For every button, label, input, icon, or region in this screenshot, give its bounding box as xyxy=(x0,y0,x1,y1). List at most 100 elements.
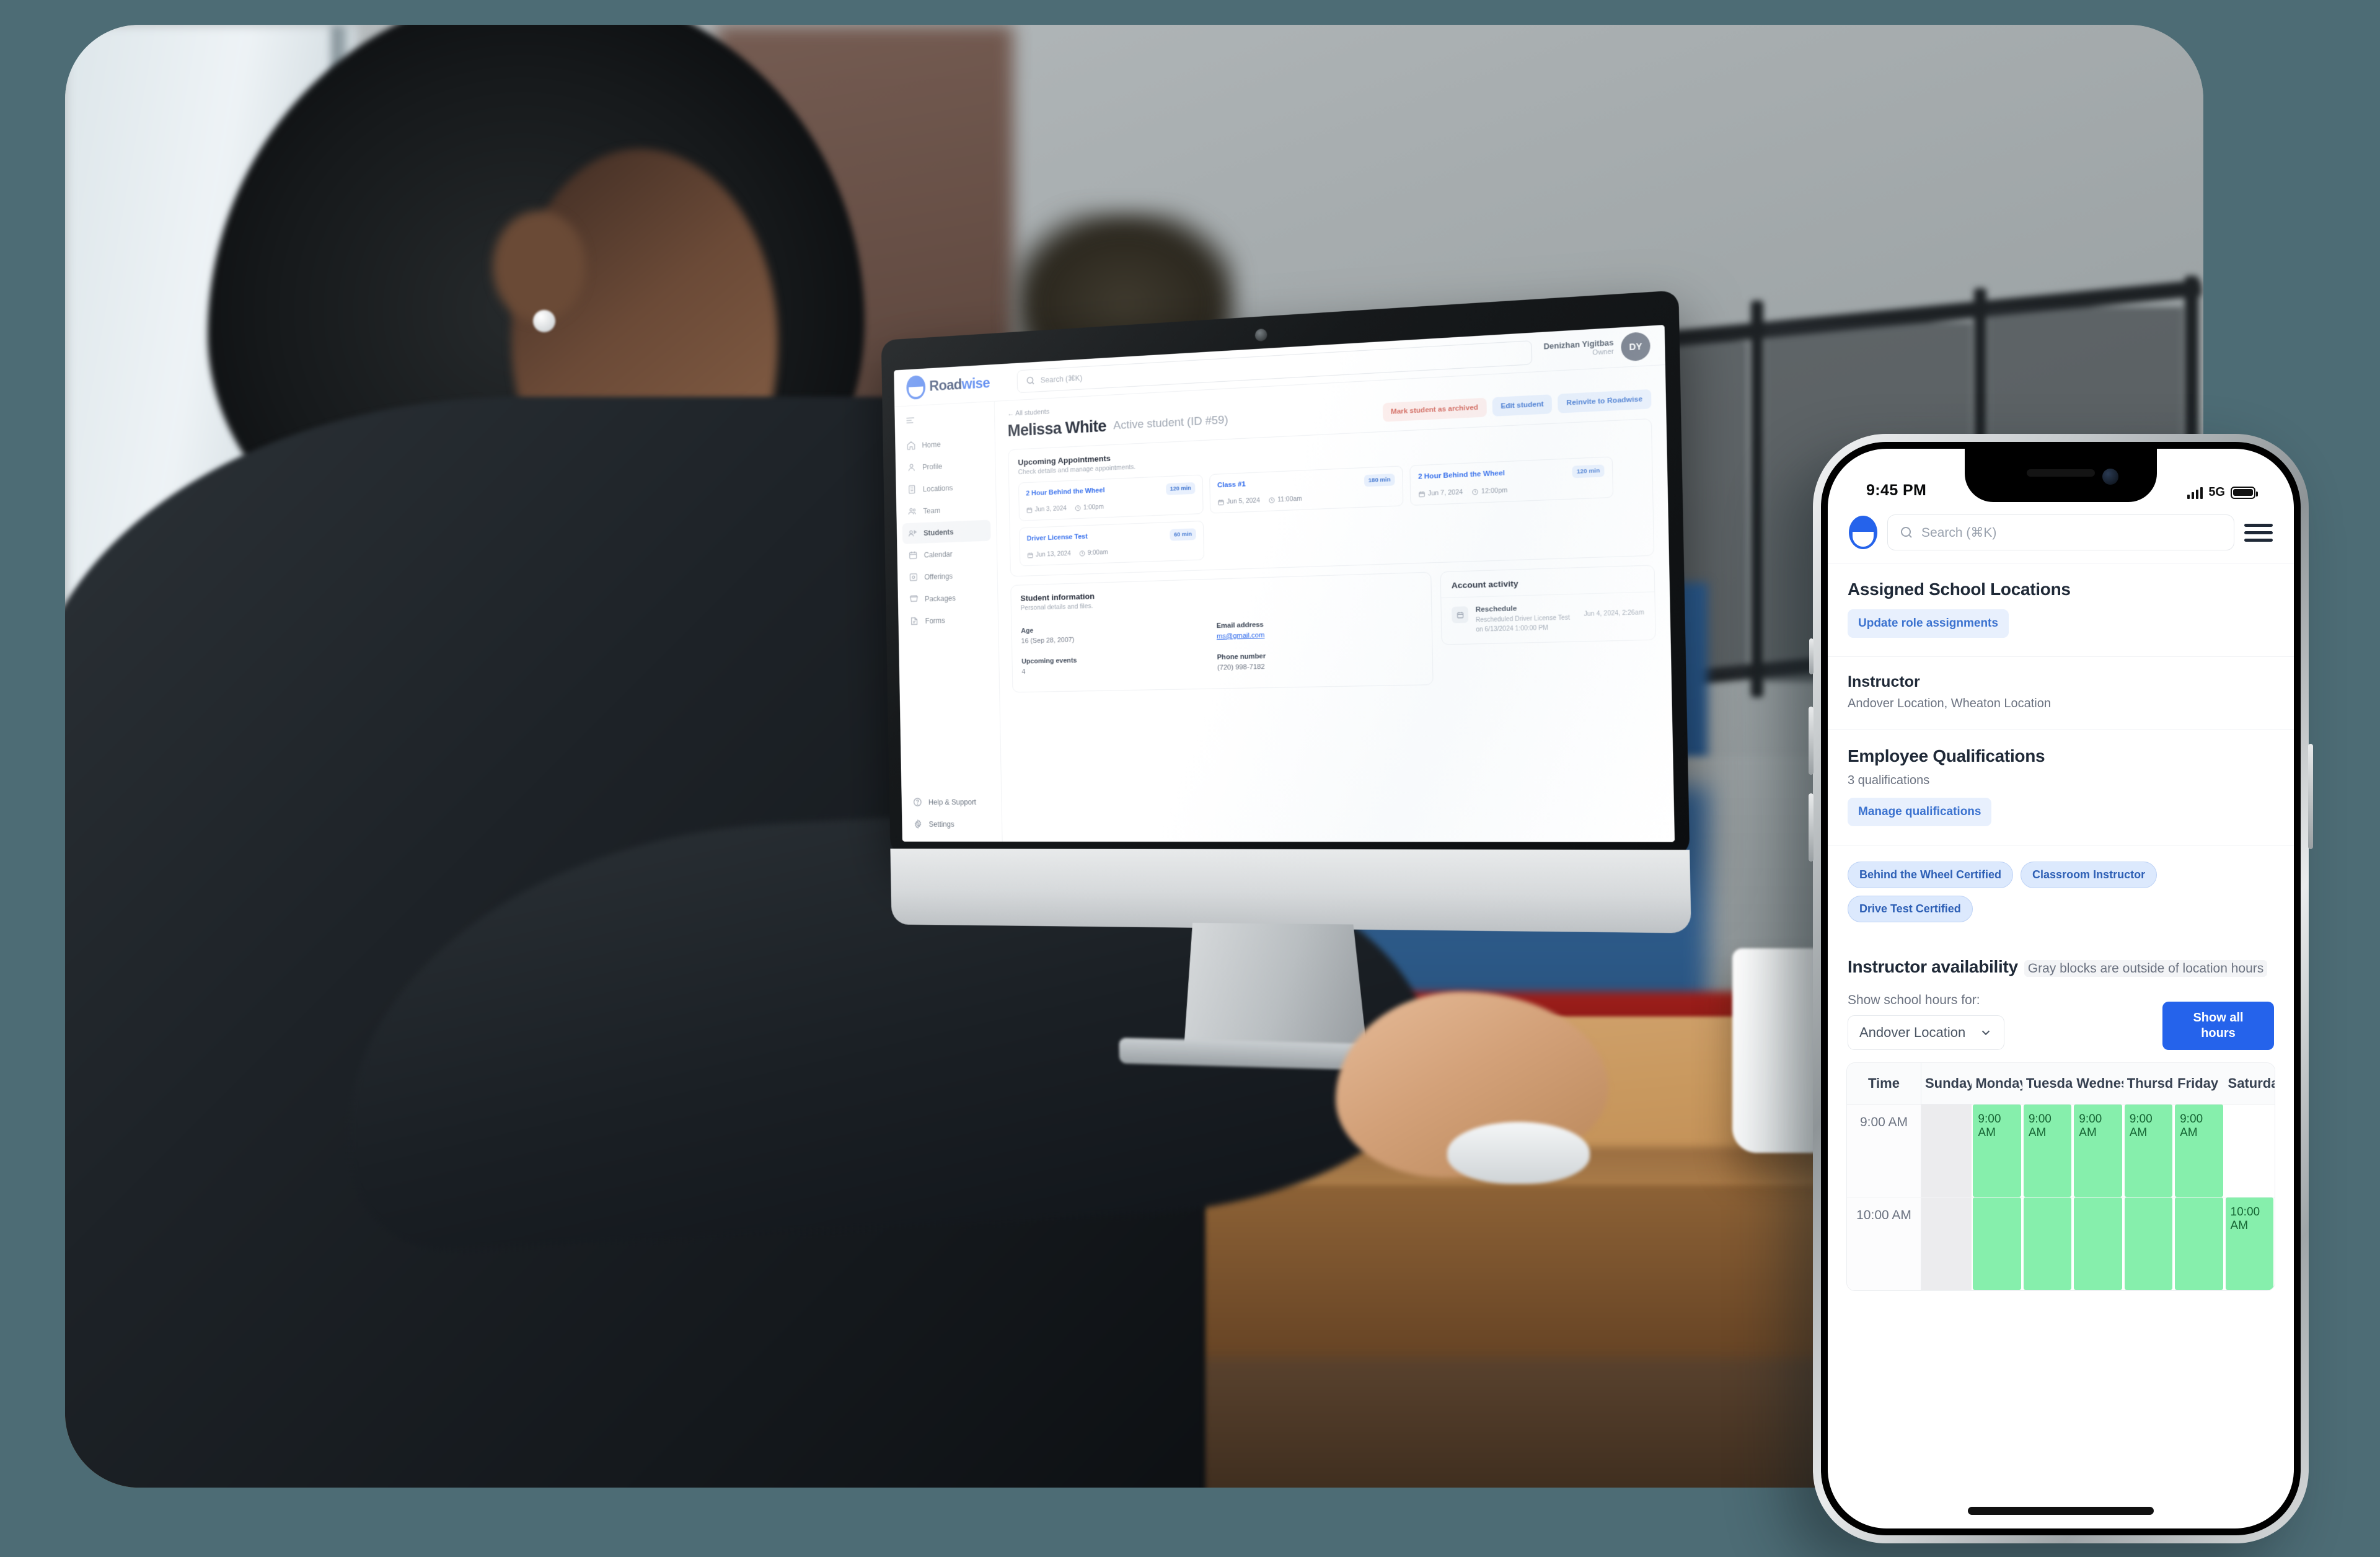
availability-cell-thursday[interactable] xyxy=(2123,1197,2174,1290)
availability-cell-thursday[interactable]: 9:00 AM xyxy=(2123,1104,2174,1197)
availability-cell-monday[interactable]: 9:00 AM xyxy=(1972,1104,2022,1197)
column-header-time: Time xyxy=(1847,1062,1921,1104)
appointment-date-wrap: Jun 7, 2024 xyxy=(1419,488,1463,498)
phone-volume-down-button[interactable] xyxy=(1809,793,1814,862)
appointment-name[interactable]: 2 Hour Behind the Wheel xyxy=(1026,486,1104,498)
sidebar-label-calendar: Calendar xyxy=(923,549,953,559)
sidebar-item-forms[interactable]: Forms xyxy=(904,609,992,632)
calendar-icon xyxy=(1218,498,1225,505)
student-information-card: Student information Personal details and… xyxy=(1010,571,1434,693)
phone-content-scroll[interactable]: Assigned School Locations Update role as… xyxy=(1828,563,2294,1528)
edit-student-button[interactable]: Edit student xyxy=(1492,394,1553,417)
reinvite-button[interactable]: Reinvite to Roadwise xyxy=(1558,389,1652,413)
roadwise-desktop-app: Roadwise Search (⌘K) Denizhan Yigitbas O… xyxy=(894,325,1675,842)
info-key: Age xyxy=(1021,627,1034,635)
status-indicators: 5G xyxy=(2187,485,2258,500)
table-row: 10:00 AM 10:00 AM xyxy=(1847,1197,2275,1290)
team-icon xyxy=(907,506,917,517)
availability-block[interactable] xyxy=(2124,1197,2173,1290)
info-value-email[interactable]: ms@gmail.com xyxy=(1217,628,1422,640)
location-select[interactable]: Andover Location xyxy=(1848,1015,2005,1050)
availability-block[interactable] xyxy=(2023,1197,2072,1290)
user-text: Denizhan Yigitbas Owner xyxy=(1543,338,1614,361)
home-indicator[interactable] xyxy=(1968,1507,2154,1515)
activity-item-time: Jun 4, 2024, 2:26am xyxy=(1584,609,1644,618)
roadwise-logo-icon[interactable] xyxy=(1849,516,1877,549)
info-field: Phone number (720) 998-7182 xyxy=(1217,642,1422,678)
sidebar-item-profile[interactable]: Profile xyxy=(901,453,990,478)
info-value: 16 (Sep 28, 2007) xyxy=(1021,636,1075,645)
availability-block[interactable] xyxy=(1973,1197,2021,1290)
sidebar-item-packages[interactable]: Packages xyxy=(904,586,992,610)
user-icon xyxy=(907,462,917,473)
qualification-tag[interactable]: Drive Test Certified xyxy=(1848,896,1973,922)
availability-cell-wednesday[interactable]: 9:00 AM xyxy=(2073,1104,2123,1197)
sidebar-label-locations: Locations xyxy=(922,483,953,493)
availability-cell-tuesday[interactable]: 9:00 AM xyxy=(2022,1104,2073,1197)
monitor-stand xyxy=(1182,923,1367,1051)
sidebar-item-calendar[interactable]: Calendar xyxy=(902,542,991,566)
availability-cell-friday[interactable] xyxy=(2174,1197,2224,1290)
phone-volume-up-button[interactable] xyxy=(1809,707,1814,775)
sidebar-item-settings[interactable]: Settings xyxy=(907,813,996,834)
user-menu[interactable]: Denizhan Yigitbas Owner DY xyxy=(1543,331,1651,365)
sidebar-item-students[interactable]: Students xyxy=(902,519,991,544)
availability-block[interactable]: 9:00 AM xyxy=(2175,1104,2223,1197)
show-all-hours-button[interactable]: Show all hours xyxy=(2162,1001,2274,1050)
hamburger-menu-button[interactable] xyxy=(2244,523,2273,542)
role-locations: Andover Location, Wheaton Location xyxy=(1848,697,2051,710)
sidebar-item-offerings[interactable]: Offerings xyxy=(903,564,992,588)
phone-mute-switch[interactable] xyxy=(1809,638,1814,674)
availability-block[interactable]: 9:00 AM xyxy=(2074,1104,2122,1197)
appointment-name[interactable]: Driver License Test xyxy=(1027,532,1088,544)
packages-icon xyxy=(909,594,919,604)
qualification-tag[interactable]: Classroom Instructor xyxy=(2021,862,2157,888)
phone-screen: 9:45 PM 5G Search (⌘K) Assigned School L… xyxy=(1828,449,2294,1528)
availability-cell-friday[interactable]: 9:00 AM xyxy=(2174,1104,2224,1197)
availability-block[interactable]: 9:00 AM xyxy=(1973,1104,2021,1197)
avatar[interactable]: DY xyxy=(1620,331,1651,361)
appointment-card[interactable]: Class #1 180 min Jun 5, 2024 11:00am xyxy=(1209,465,1404,514)
calendar-icon xyxy=(1026,506,1033,513)
sidebar-label-packages: Packages xyxy=(924,593,956,603)
availability-cell-monday[interactable] xyxy=(1972,1197,2022,1290)
appointment-name[interactable]: 2 Hour Behind the Wheel xyxy=(1418,469,1505,482)
sidebar-item-help[interactable]: Help & Support xyxy=(907,792,995,813)
appointment-card[interactable]: 2 Hour Behind the Wheel 120 min Jun 7, 2… xyxy=(1409,456,1614,506)
calendar-icon xyxy=(1419,490,1426,498)
appointment-meta: Jun 13, 2024 9:00am xyxy=(1027,545,1196,558)
availability-cell-saturday[interactable] xyxy=(2224,1105,2275,1197)
appointment-duration: 120 min xyxy=(1572,464,1605,479)
sidebar-item-home[interactable]: Home xyxy=(901,431,989,457)
manage-qualifications-button[interactable]: Manage qualifications xyxy=(1848,798,1992,826)
search-input[interactable]: Search (⌘K) xyxy=(1887,514,2234,550)
appointment-duration: 180 min xyxy=(1364,474,1395,487)
update-role-assignments-button[interactable]: Update role assignments xyxy=(1848,609,2009,638)
logo-word-b: wise xyxy=(961,374,990,392)
appointment-date: Jun 7, 2024 xyxy=(1427,488,1463,498)
availability-cell-saturday[interactable]: 10:00 AM xyxy=(2224,1197,2275,1290)
app-logo[interactable]: Roadwise xyxy=(906,370,1007,400)
archive-student-button[interactable]: Mark student as archived xyxy=(1382,397,1487,422)
availability-block[interactable] xyxy=(2175,1197,2223,1290)
sidebar-item-team[interactable]: Team xyxy=(902,498,990,522)
availability-cell-sunday[interactable] xyxy=(1921,1104,1972,1197)
availability-block[interactable]: 9:00 AM xyxy=(2124,1104,2173,1197)
availability-block[interactable]: 10:00 AM xyxy=(2225,1197,2273,1290)
sidebar-item-locations[interactable]: Locations xyxy=(901,475,990,500)
availability-cell-wednesday[interactable] xyxy=(2073,1197,2123,1290)
appointment-name[interactable]: Class #1 xyxy=(1217,480,1246,490)
appointment-card[interactable]: 2 Hour Behind the Wheel 120 min Jun 3, 2… xyxy=(1018,474,1204,521)
upcoming-appointments-card: Upcoming Appointments Check details and … xyxy=(1008,418,1655,577)
appointment-date: Jun 13, 2024 xyxy=(1035,550,1071,558)
availability-block[interactable] xyxy=(2074,1197,2122,1290)
qualification-tag[interactable]: Behind the Wheel Certified xyxy=(1848,862,2014,888)
availability-cell-tuesday[interactable] xyxy=(2022,1197,2073,1290)
appointment-card[interactable]: Driver License Test 60 min Jun 13, 2024 … xyxy=(1019,520,1205,567)
clock-icon xyxy=(1079,550,1086,557)
availability-block[interactable]: 9:00 AM xyxy=(2023,1104,2072,1197)
availability-cell-sunday[interactable] xyxy=(1921,1197,1972,1290)
network-type: 5G xyxy=(2208,485,2225,499)
phone-power-button[interactable] xyxy=(2308,744,2313,849)
qualification-tags: Behind the Wheel Certified Classroom Ins… xyxy=(1848,862,2274,922)
